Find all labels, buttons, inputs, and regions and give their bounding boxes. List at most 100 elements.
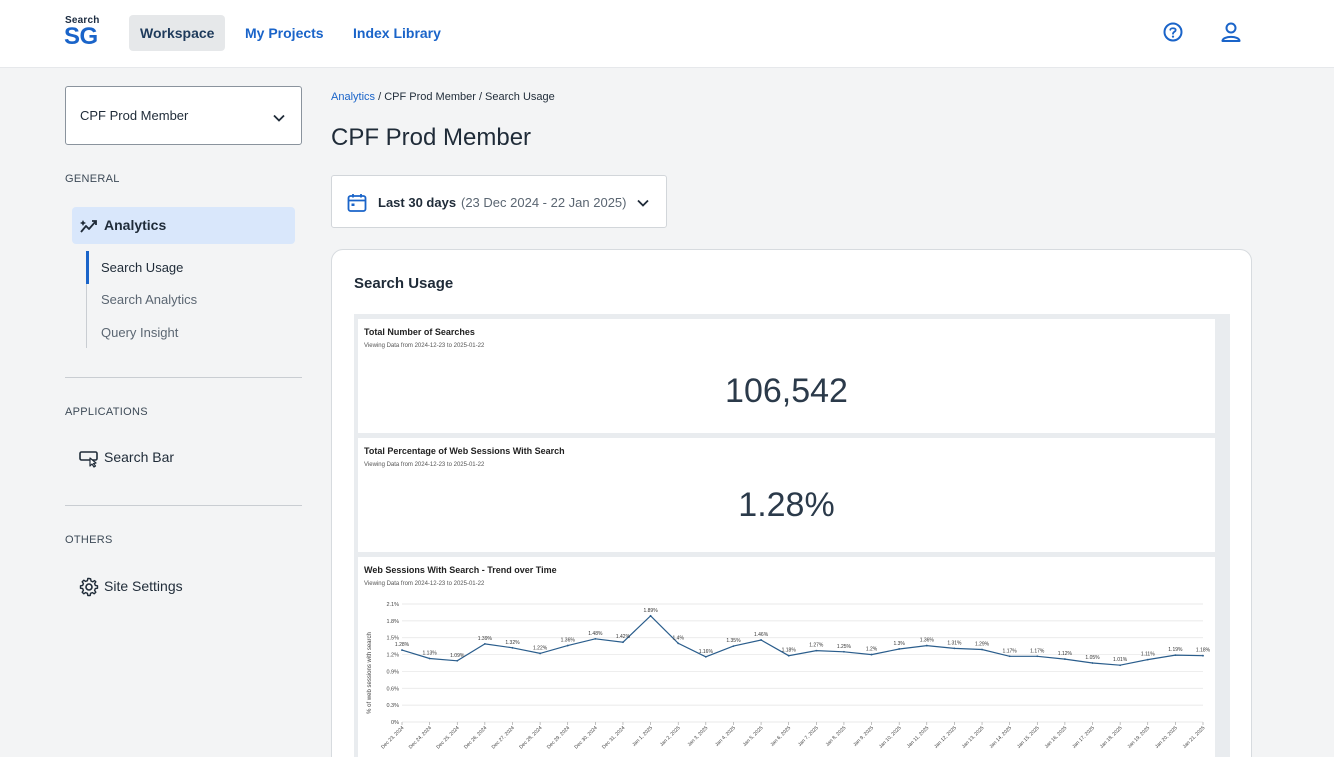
data-label: 1.4%: [673, 635, 685, 641]
data-point: [401, 649, 403, 651]
user-icon[interactable]: [1218, 19, 1244, 45]
breadcrumb-rest: / CPF Prod Member / Search Usage: [375, 91, 555, 103]
sidebar-item-analytics[interactable]: Analytics: [72, 207, 295, 244]
data-point: [815, 649, 818, 652]
search-usage-card: Search Usage Total Number of Searches Vi…: [331, 249, 1252, 757]
data-label: 1.42%: [616, 634, 631, 640]
trend-line-chart: 0% 0.3% 0.6% 0.9% 1.2% 1.5% 1.8% 2.1% % of web s…: [367, 602, 1211, 750]
x-tick-label: Jan 12, 2025: [933, 725, 958, 750]
data-point: [1119, 664, 1122, 667]
data-label: 1.17%: [1003, 648, 1018, 654]
x-tick-label: Dec 27, 2024: [491, 725, 516, 750]
x-tick-label: Jan 8, 2025: [825, 725, 848, 748]
y-tick-label: 1.2%: [386, 653, 399, 659]
data-label: 1.36%: [561, 638, 576, 644]
data-label: 1.39%: [478, 636, 493, 642]
panel-title: Total Number of Searches: [364, 327, 475, 337]
x-tick-label: Jan 7, 2025: [797, 725, 820, 748]
page-title: CPF Prod Member: [331, 124, 532, 151]
help-icon[interactable]: [1160, 19, 1186, 45]
data-point: [925, 644, 928, 647]
panel-title: Total Percentage of Web Sessions With Se…: [364, 446, 565, 456]
data-label: 1.3%: [893, 641, 905, 647]
data-point: [1146, 658, 1149, 661]
search-bar-icon: [79, 451, 98, 468]
data-label: 1.25%: [837, 644, 852, 650]
data-point: [898, 648, 901, 650]
web-sessions-percentage-value: 1.28%: [738, 486, 835, 524]
subnav-query-insight[interactable]: Query Insight: [101, 325, 178, 340]
data-point: [1174, 654, 1177, 657]
panel-subtitle: Viewing Data from 2024-12-23 to 2025-01-…: [364, 462, 485, 468]
chevron-down-icon: [637, 199, 649, 207]
breadcrumb-link-analytics[interactable]: Analytics: [331, 91, 375, 103]
x-tick-label: Jan 9, 2025: [852, 725, 875, 748]
data-point: [732, 645, 735, 648]
x-tick-label: Jan 17, 2025: [1071, 725, 1096, 750]
x-tick-label: Jan 6, 2025: [769, 725, 792, 748]
x-tick-label: Dec 29, 2024: [546, 725, 571, 750]
nav-workspace[interactable]: Workspace: [129, 15, 226, 51]
gear-icon: [79, 577, 99, 597]
x-tick-label: Dec 31, 2024: [601, 725, 626, 750]
data-point: [677, 642, 680, 645]
nav-index-library[interactable]: Index Library: [342, 15, 452, 51]
data-label: 1.32%: [505, 640, 520, 646]
x-tick-label: Jan 21, 2025: [1182, 725, 1207, 750]
web-sessions-percentage-panel: Total Percentage of Web Sessions With Se…: [358, 438, 1215, 552]
data-point: [1202, 654, 1204, 657]
x-tick-label: Dec 26, 2024: [463, 725, 488, 750]
x-tick-label: Dec 24, 2024: [408, 725, 433, 750]
data-label: 1.48%: [588, 631, 603, 637]
searchsg-logo[interactable]: Search SG: [64, 14, 104, 50]
data-point: [622, 641, 624, 644]
section-general: GENERAL: [65, 173, 120, 185]
data-point: [511, 646, 514, 649]
total-searches-panel: Total Number of Searches Viewing Data fr…: [358, 319, 1215, 433]
trend-panel: Web Sessions With Search - Trend over Ti…: [358, 557, 1215, 757]
y-axis-label: % of web sessions with search: [367, 632, 373, 714]
x-tick-label: Jan 2, 2025: [659, 725, 682, 748]
nav-my-projects[interactable]: My Projects: [234, 15, 335, 51]
data-label: 1.28%: [395, 642, 410, 648]
sidebar-item-label: Analytics: [104, 217, 167, 233]
data-point: [760, 639, 762, 641]
data-label: 1.18%: [782, 648, 797, 654]
data-point: [843, 650, 845, 653]
data-label: 1.27%: [809, 643, 824, 649]
y-tick-label: 0%: [391, 720, 399, 726]
site-select-dropdown[interactable]: CPF Prod Member: [65, 86, 302, 145]
logo-big-text: SG: [64, 23, 98, 50]
y-tick-label: 0.9%: [386, 669, 399, 675]
data-point: [539, 652, 542, 655]
y-tick-label: 0.6%: [386, 686, 399, 692]
subnav-search-analytics[interactable]: Search Analytics: [101, 292, 197, 307]
data-label: 1.29%: [975, 642, 990, 648]
site-select-value: CPF Prod Member: [80, 108, 189, 123]
analytics-icon: [80, 220, 97, 233]
data-label: 1.19%: [1168, 647, 1183, 653]
date-range-picker[interactable]: Last 30 days (23 Dec 2024 - 22 Jan 2025): [331, 175, 667, 228]
data-point: [1091, 662, 1094, 664]
breadcrumb: Analytics / CPF Prod Member / Search Usa…: [331, 91, 555, 103]
data-label: 1.2%: [866, 647, 878, 653]
x-tick-label: Jan 14, 2025: [988, 725, 1013, 750]
chevron-down-icon: [273, 114, 285, 122]
subnav-search-usage[interactable]: Search Usage: [101, 260, 183, 275]
data-label: 1.46%: [754, 632, 769, 638]
x-tick-label: Jan 15, 2025: [1016, 725, 1041, 750]
data-point: [649, 614, 652, 617]
sidebar-item-search-bar[interactable]: Search Bar: [72, 439, 295, 476]
x-tick-label: Jan 18, 2025: [1099, 725, 1124, 750]
data-label: 1.01%: [1113, 657, 1128, 663]
sidebar-item-site-settings[interactable]: Site Settings: [72, 568, 295, 605]
data-point: [456, 659, 459, 662]
data-label: 1.17%: [1030, 648, 1045, 654]
data-label: 1.05%: [1085, 655, 1100, 661]
section-applications: APPLICATIONS: [65, 406, 148, 418]
sidebar-divider: [65, 505, 302, 506]
x-tick-label: Jan 20, 2025: [1154, 725, 1179, 750]
x-tick-label: Dec 28, 2024: [518, 725, 543, 750]
date-range-label: Last 30 days: [378, 195, 457, 210]
x-tick-label: Dec 23, 2024: [380, 725, 405, 750]
